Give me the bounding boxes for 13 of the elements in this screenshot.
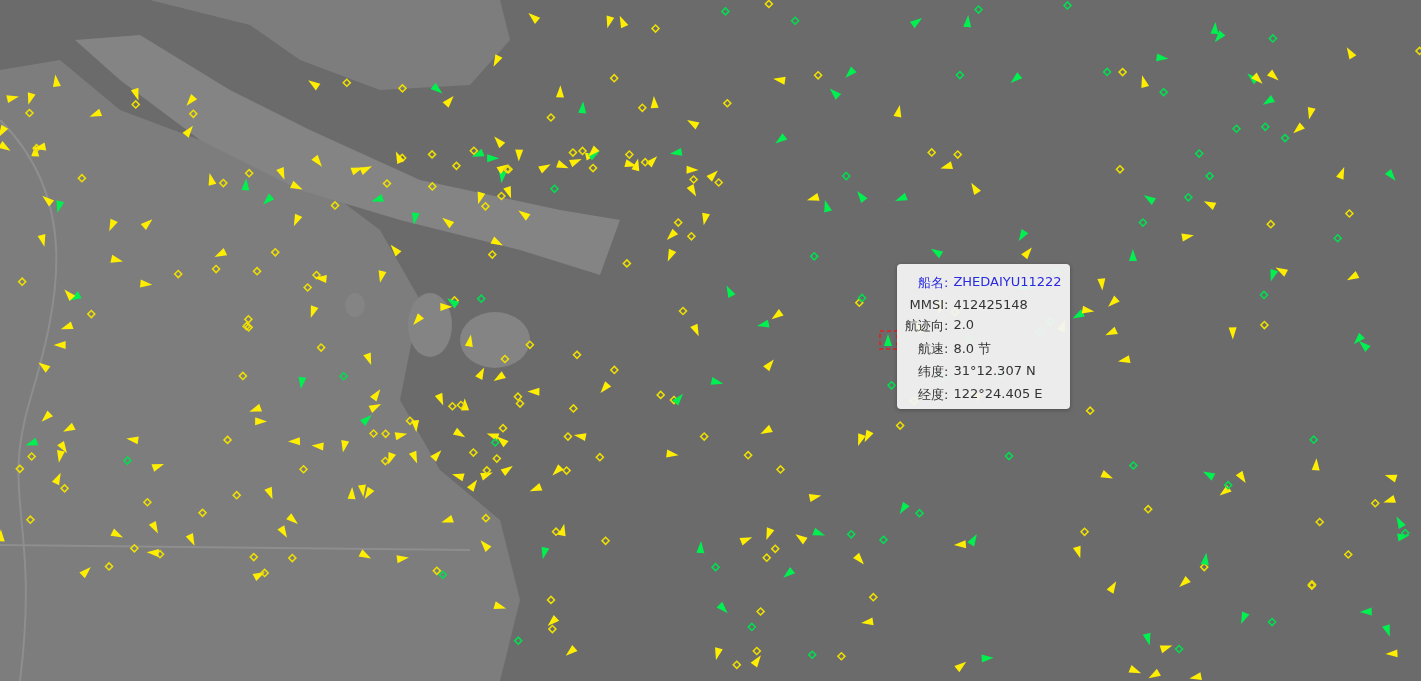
field-value: 122°24.405 E [953,386,1044,403]
field-label: 纬度: [917,363,950,381]
field-label: 船名: [917,274,950,292]
field-label: 经度: [917,386,950,404]
field-value: 2.0 [953,317,976,334]
field-label: 航速: [917,340,950,358]
selected-ship-icon[interactable] [879,330,898,350]
field-label: MMSI: [908,297,950,312]
field-label: 航迹向: [905,317,950,335]
field-value: 8.0 节 [953,340,993,358]
field-value: 412425148 [953,297,1029,312]
field-value: 31°12.307 N [953,363,1037,380]
field-value: ZHEDAIYU11222 [953,274,1062,291]
